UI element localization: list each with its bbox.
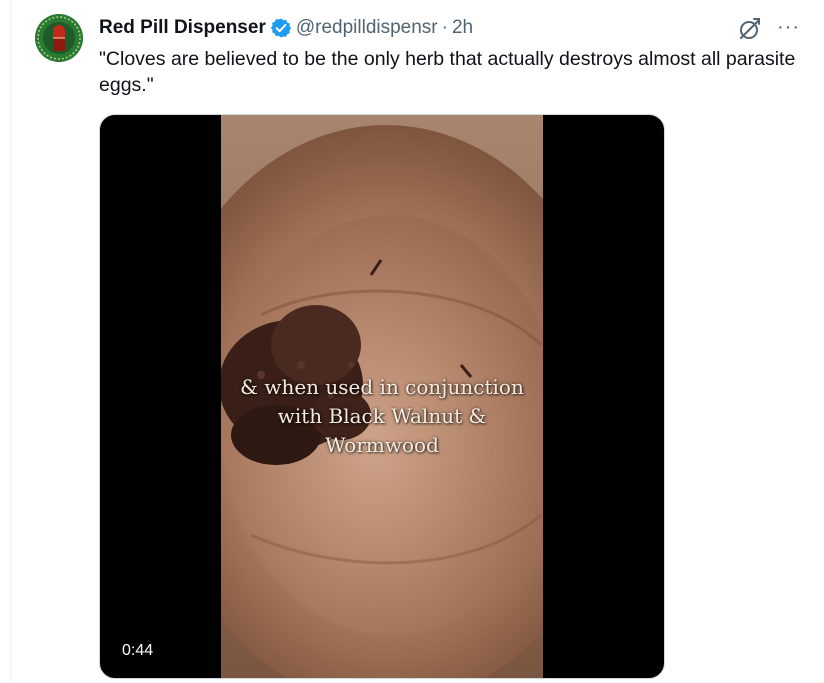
video-caption: & when used in conjunction with Black Wa… xyxy=(221,373,543,460)
video-duration-badge: 0:44 xyxy=(114,637,162,665)
avatar-pill-image xyxy=(35,14,83,62)
author-handle[interactable]: @redpilldispensr xyxy=(296,17,438,39)
screen: Red Pill Dispenser @redpilldispensr · 2h… xyxy=(0,0,824,683)
post-timestamp[interactable]: 2h xyxy=(452,17,473,39)
caption-line-1: & when used in conjunction xyxy=(240,375,524,399)
post-card[interactable]: Red Pill Dispenser @redpilldispensr · 2h… xyxy=(10,0,824,683)
more-options-icon[interactable]: ··· xyxy=(777,14,803,40)
caption-line-3: Wormwood xyxy=(325,433,439,457)
verified-badge-icon[interactable] xyxy=(270,17,292,39)
post-text: "Cloves are believed to be the only herb… xyxy=(99,48,796,96)
author-name[interactable]: Red Pill Dispenser xyxy=(99,17,266,39)
grok-icon[interactable] xyxy=(737,16,763,42)
video-player[interactable]: & when used in conjunction with Black Wa… xyxy=(99,114,665,679)
separator-dot: · xyxy=(441,17,448,38)
avatar[interactable] xyxy=(35,14,83,62)
post-header: Red Pill Dispenser @redpilldispensr · 2h xyxy=(99,16,473,40)
caption-line-2: with Black Walnut & xyxy=(277,404,487,428)
